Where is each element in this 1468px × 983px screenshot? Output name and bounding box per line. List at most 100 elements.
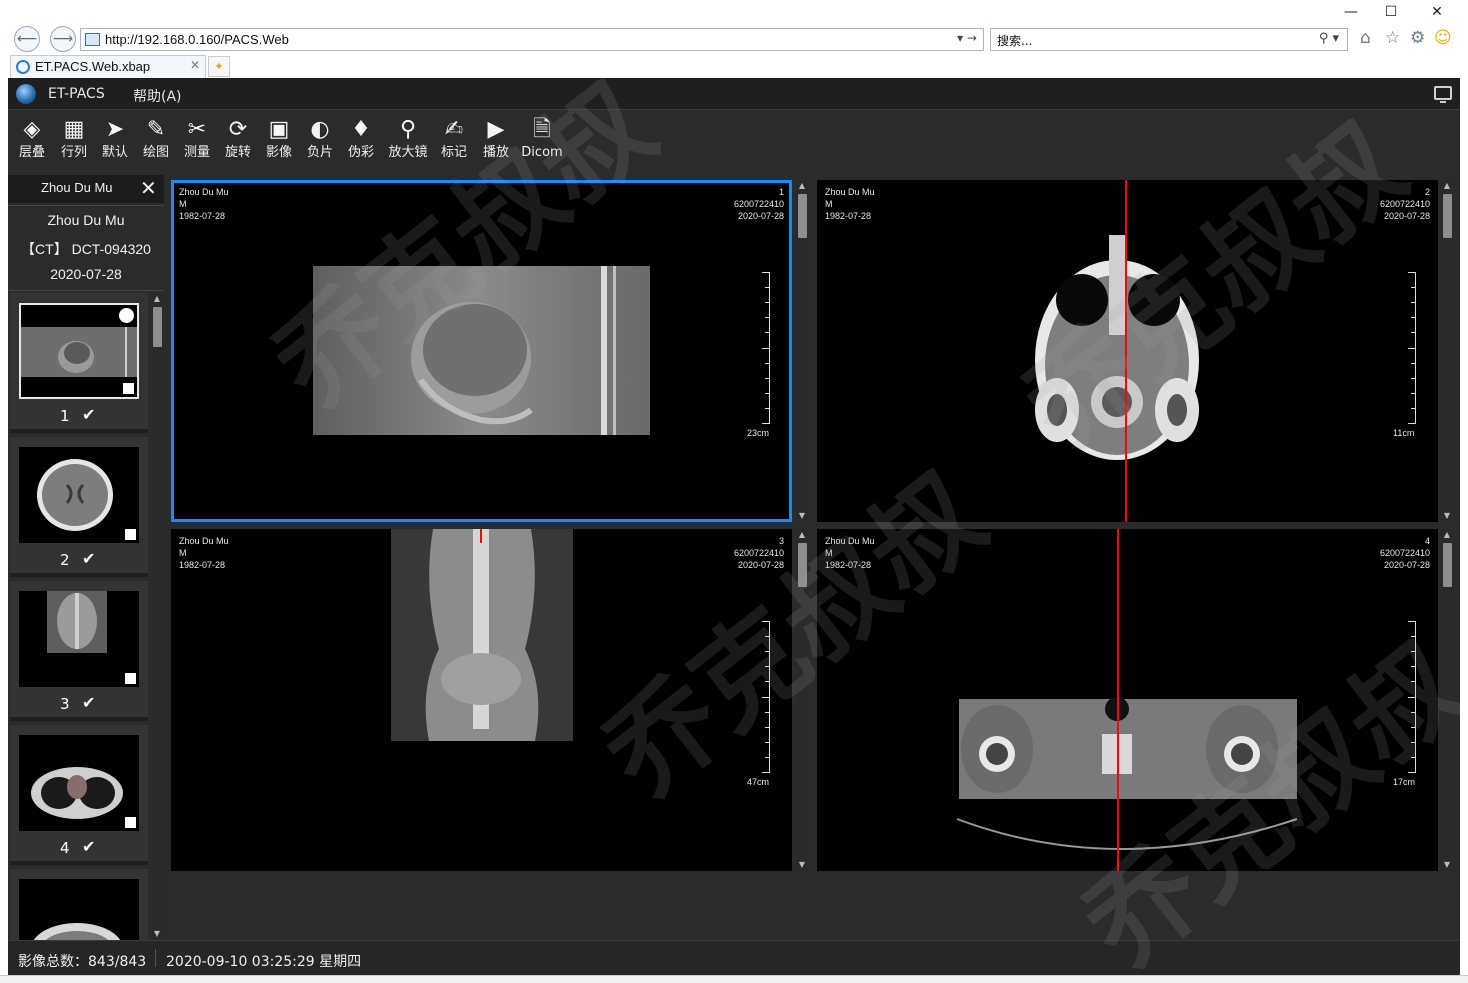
ruler-tick: [1411, 393, 1415, 394]
tab-close-icon[interactable]: ✕: [190, 58, 200, 72]
scale-label: 47cm: [747, 777, 770, 787]
scroll-down-icon[interactable]: ▼: [1440, 859, 1454, 871]
scroll-down-icon[interactable]: ▼: [1440, 510, 1454, 522]
search-input[interactable]: 搜索... ⚲ ▾: [990, 28, 1348, 51]
rotate-tool-button[interactable]: ⟳ 旋转: [222, 115, 254, 169]
series-thumbnail[interactable]: [19, 879, 139, 940]
forward-button[interactable]: ⟶: [50, 26, 76, 52]
overlay-id: 6200722410: [733, 199, 784, 209]
scale-ruler: [762, 621, 770, 773]
dicom-image-icon: ▣: [268, 117, 290, 142]
play-tool-button[interactable]: ▶ 播放: [480, 115, 512, 169]
scroll-up-icon[interactable]: ▲: [795, 529, 809, 541]
settings-gear-icon[interactable]: ⚙: [1410, 28, 1425, 48]
series-thumbnail[interactable]: [19, 735, 139, 831]
thumb-checkbox[interactable]: [123, 383, 134, 394]
series-item[interactable]: [10, 869, 148, 940]
pseudo-tool-button[interactable]: ♦ 伪彩: [345, 115, 377, 169]
smiley-feedback-icon[interactable]: ☺: [1434, 28, 1452, 48]
measure-tool-button[interactable]: ✂ 测量: [181, 115, 213, 169]
monitor-icon[interactable]: [1434, 86, 1452, 103]
scroll-down-icon[interactable]: ▼: [150, 928, 164, 940]
scroll-up-icon[interactable]: ▲: [795, 180, 809, 192]
tool-label: 标记: [440, 145, 467, 160]
address-bar[interactable]: http://192.168.0.160/PACS.Web ▾ →: [80, 28, 984, 51]
scroll-thumb[interactable]: [1443, 543, 1452, 587]
thumb-checkbox[interactable]: [125, 529, 136, 540]
app-title[interactable]: ET-PACS: [48, 86, 105, 102]
scroll-thumb[interactable]: [153, 307, 162, 347]
series-scrollbar[interactable]: ▲ ▼: [150, 293, 164, 940]
close-icon[interactable]: ✕: [140, 176, 157, 200]
series-item[interactable]: 4 ✔: [10, 725, 148, 865]
series-thumbnail[interactable]: [19, 303, 139, 399]
scroll-thumb[interactable]: [1443, 194, 1452, 238]
overlay-name: Zhou Du Mu: [825, 536, 875, 546]
menu-help[interactable]: 帮助(A): [133, 86, 182, 106]
scroll-up-icon[interactable]: ▲: [150, 293, 164, 305]
scroll-down-icon[interactable]: ▼: [795, 510, 809, 522]
viewport-3-scrollbar[interactable]: ▲ ▼: [795, 529, 809, 871]
ruler-tick: [765, 363, 769, 364]
address-go-icon[interactable]: ▾ →: [957, 31, 977, 45]
close-window-button[interactable]: ✕: [1422, 4, 1452, 20]
scale-ruler: [1408, 272, 1416, 424]
ruler-tick: [1408, 272, 1415, 273]
negative-tool-button[interactable]: ◐ 负片: [304, 115, 336, 169]
default-tool-button[interactable]: ➤ 默认: [99, 115, 131, 169]
viewport-1-scrollbar[interactable]: ▲ ▼: [795, 180, 809, 522]
viewport-4-scrollbar[interactable]: ▲ ▼: [1440, 529, 1454, 871]
scroll-up-icon[interactable]: ▲: [1440, 180, 1454, 192]
dicom-tool-button[interactable]: 🗎 Dicom: [520, 115, 564, 169]
grid-tool-button[interactable]: ▦ 行列: [58, 115, 90, 169]
ruler-tick: [765, 666, 769, 667]
ruler-tick: [765, 332, 769, 333]
ruler-tick: [765, 681, 769, 682]
magnify-tool-button[interactable]: ⚲ 放大镜: [386, 115, 430, 169]
ruler-tick: [762, 621, 769, 622]
image-tool-button[interactable]: ▣ 影像: [263, 115, 295, 169]
favorites-star-icon[interactable]: ☆: [1385, 28, 1400, 48]
scroll-thumb[interactable]: [798, 194, 807, 238]
browser-tab[interactable]: ET.PACS.Web.xbap ✕: [10, 55, 206, 78]
home-icon[interactable]: ⌂: [1360, 28, 1371, 48]
patient-tab[interactable]: Zhou Du Mu ✕: [8, 175, 164, 203]
toolbar: ◈ 层叠 ▦ 行列 ➤ 默认 ✎ 绘图 ✂ 测量 ⟳ 旋转 ▣ 影像 ◐ 负片 ♦ 伪彩 ⚲ 放大镜 ✍ 标记 ▶ 播放 🗎 Di…: [8, 111, 1460, 171]
viewport-3[interactable]: Zhou Du Mu M 1982-07-28 3 6200722410 202…: [171, 529, 792, 871]
stack-tool-button[interactable]: ◈ 层叠: [16, 115, 48, 169]
browser-tab-row: ET.PACS.Web.xbap ✕ ✦: [0, 54, 1468, 78]
series-thumbnail[interactable]: [19, 447, 139, 543]
series-thumbnail[interactable]: [19, 591, 139, 687]
maximize-button[interactable]: ☐: [1376, 4, 1406, 20]
draw-tool-button[interactable]: ✎ 绘图: [140, 115, 172, 169]
series-item[interactable]: 3 ✔: [10, 581, 148, 721]
back-button[interactable]: ⟵: [14, 26, 40, 52]
scale-ruler: [1408, 621, 1416, 773]
patient-info: Zhou Du Mu 【CT】 DCT-094320 2020-07-28: [8, 205, 164, 291]
viewport-1[interactable]: Zhou Du Mu M 1982-07-28 1 6200722410 202…: [171, 180, 792, 522]
scout-image: [313, 266, 650, 435]
scroll-up-icon[interactable]: ▲: [1440, 529, 1454, 541]
ruler-tick: [765, 712, 769, 713]
ruler-tick: [1411, 742, 1415, 743]
scroll-down-icon[interactable]: ▼: [795, 859, 809, 871]
tool-label: 伪彩: [347, 145, 374, 160]
scroll-thumb[interactable]: [798, 543, 807, 587]
viewport-4[interactable]: Zhou Du Mu M 1982-07-28 4 6200722410 202…: [817, 529, 1438, 871]
viewport-2-scrollbar[interactable]: ▲ ▼: [1440, 180, 1454, 522]
search-icon[interactable]: ⚲ ▾: [1319, 31, 1339, 46]
new-tab-button[interactable]: ✦: [208, 56, 230, 77]
thumb-checkbox[interactable]: [125, 817, 136, 828]
rotate-icon: ⟳: [228, 117, 248, 142]
series-item[interactable]: 2 ✔: [10, 437, 148, 577]
viewport-2[interactable]: Zhou Du Mu M 1982-07-28 2 6200722410 202…: [817, 180, 1438, 522]
minimize-button[interactable]: —: [1336, 4, 1366, 20]
thumb-checkbox[interactable]: [125, 673, 136, 684]
overlay-sex: M: [825, 199, 833, 209]
mark-tool-button[interactable]: ✍ 标记: [438, 115, 470, 169]
series-item[interactable]: 1 ✔: [10, 293, 148, 433]
ruler-tick: [1408, 772, 1415, 773]
tool-label: 负片: [306, 145, 333, 160]
overlay-birth: 1982-07-28: [179, 211, 226, 221]
ruler-tick: [1411, 287, 1415, 288]
